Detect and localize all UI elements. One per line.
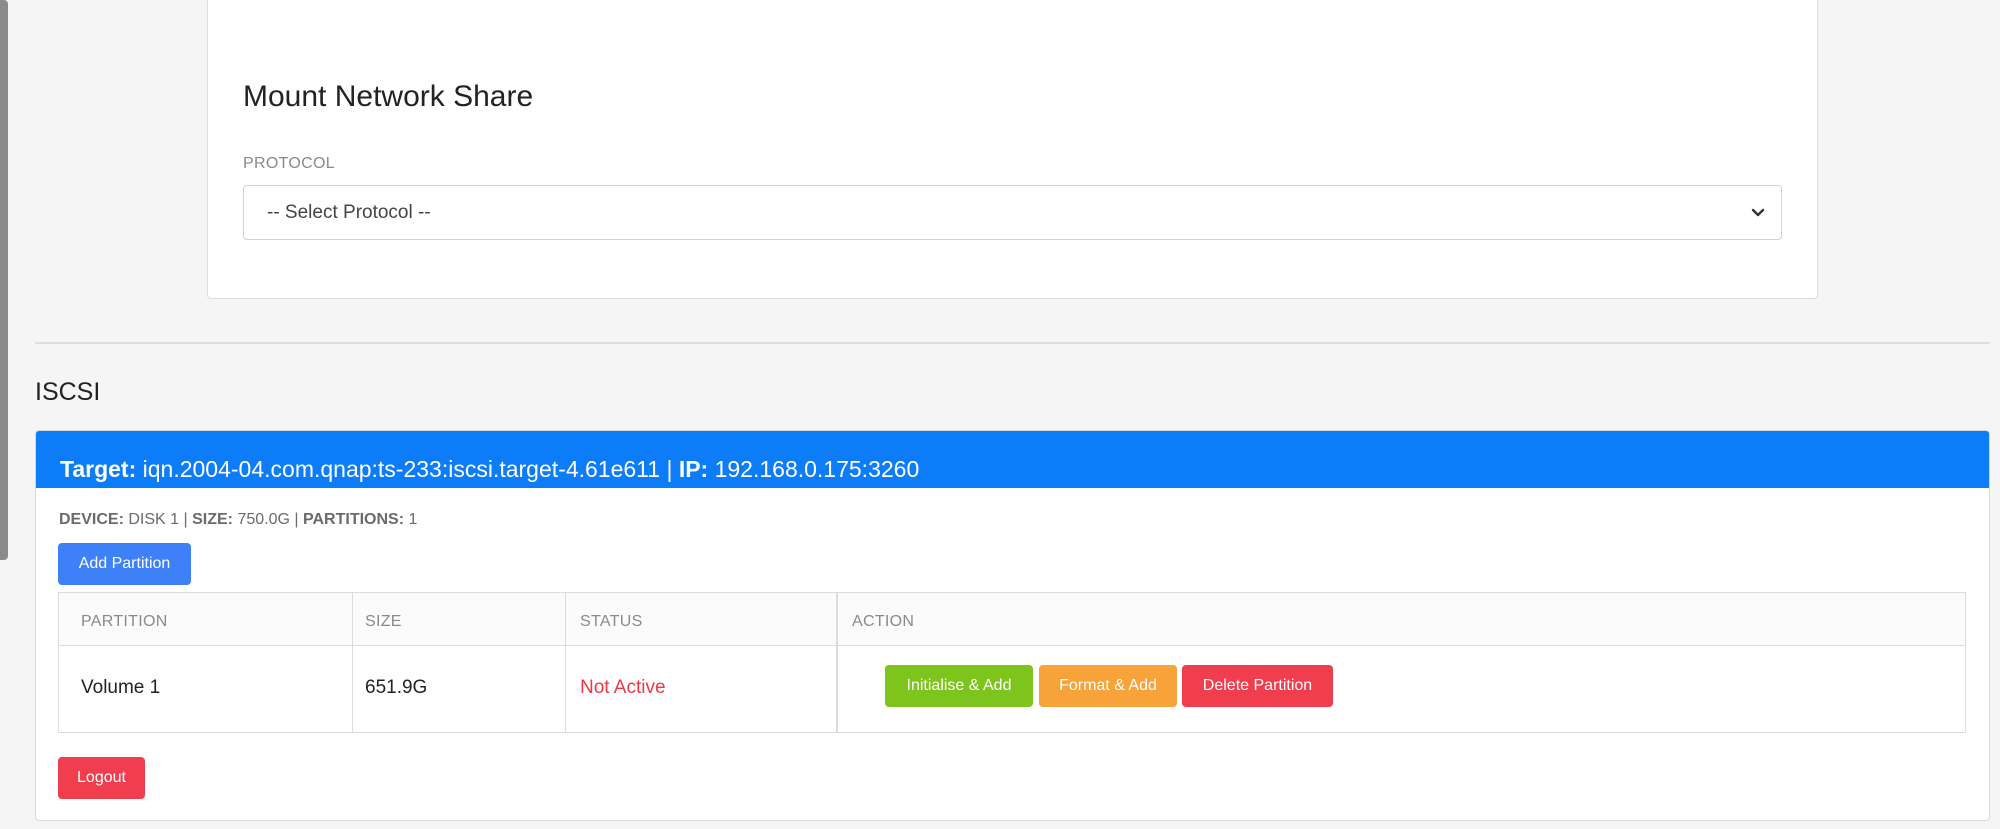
cell-size: 651.9G — [365, 677, 428, 698]
format-add-button[interactable]: Format & Add — [1039, 665, 1177, 707]
cell-status: Not Active — [580, 677, 666, 698]
add-partition-button[interactable]: Add Partition — [58, 543, 191, 585]
partitions-label: PARTITIONS: — [303, 511, 405, 528]
header-size: SIZE — [365, 613, 402, 630]
device-value: DISK 1 — [128, 511, 180, 528]
size-label: SIZE: — [192, 511, 233, 528]
protocol-select[interactable]: -- Select Protocol -- — [243, 185, 1782, 240]
target-value: iqn.2004-04.com.qnap:ts-233:iscsi.target… — [142, 456, 661, 482]
ip-label: IP: — [678, 456, 709, 482]
mount-share-title: Mount Network Share — [243, 80, 534, 113]
iscsi-target-header: Target: iqn.2004-04.com.qnap:ts-233:iscs… — [36, 431, 1989, 488]
header-status: STATUS — [580, 613, 643, 630]
device-separator: | — [183, 511, 188, 528]
size-value: 750.0G — [237, 511, 290, 528]
ip-value: 192.168.0.175:3260 — [714, 456, 920, 482]
header-separator: | — [666, 456, 673, 482]
delete-partition-button[interactable]: Delete Partition — [1182, 665, 1333, 707]
initialise-add-button[interactable]: Initialise & Add — [885, 665, 1033, 707]
section-divider — [35, 342, 1990, 344]
chevron-down-icon — [1751, 208, 1765, 217]
logout-button[interactable]: Logout — [58, 757, 145, 799]
header-action: ACTION — [852, 613, 915, 630]
protocol-label: PROTOCOL — [243, 155, 335, 172]
protocol-select-value: -- Select Protocol -- — [267, 201, 431, 223]
iscsi-target-card: Target: iqn.2004-04.com.qnap:ts-233:iscs… — [35, 430, 1990, 821]
scrollbar-thumb[interactable] — [0, 0, 8, 560]
header-partition: PARTITION — [81, 613, 168, 630]
device-label: DEVICE: — [59, 511, 124, 528]
cell-partition: Volume 1 — [81, 677, 161, 698]
partition-table: PARTITION SIZE STATUS ACTION Volume 1 65… — [58, 592, 1966, 733]
target-label: Target: — [60, 456, 137, 482]
iscsi-section-title: ISCSI — [35, 378, 101, 406]
device-info: DEVICE: DISK 1 | SIZE: 750.0G | PARTITIO… — [59, 511, 417, 529]
partitions-value: 1 — [408, 511, 418, 528]
size-separator: | — [294, 511, 299, 528]
mount-network-share-card: Mount Network Share PROTOCOL -- Select P… — [207, 0, 1818, 299]
